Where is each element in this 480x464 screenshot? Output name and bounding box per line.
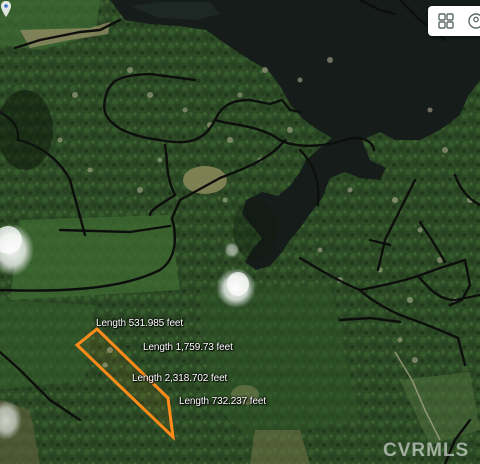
measurement-label: Length 2,318.702 feet	[132, 373, 228, 384]
satellite-imagery	[0, 0, 480, 464]
map-option-icon[interactable]	[466, 11, 480, 31]
measurement-label: Length 732.237 feet	[179, 396, 267, 407]
measurement-label: Length 1,759.73 feet	[143, 342, 233, 353]
map-controls-panel	[428, 6, 480, 36]
grid-layers-icon[interactable]	[436, 11, 456, 31]
watermark: CVRMLS	[383, 440, 470, 461]
location-pin-icon	[1, 1, 11, 17]
measurement-label: Length 531.985 feet	[96, 318, 184, 329]
satellite-map[interactable]: Length 531.985 feet Length 1,759.73 feet…	[0, 0, 480, 464]
